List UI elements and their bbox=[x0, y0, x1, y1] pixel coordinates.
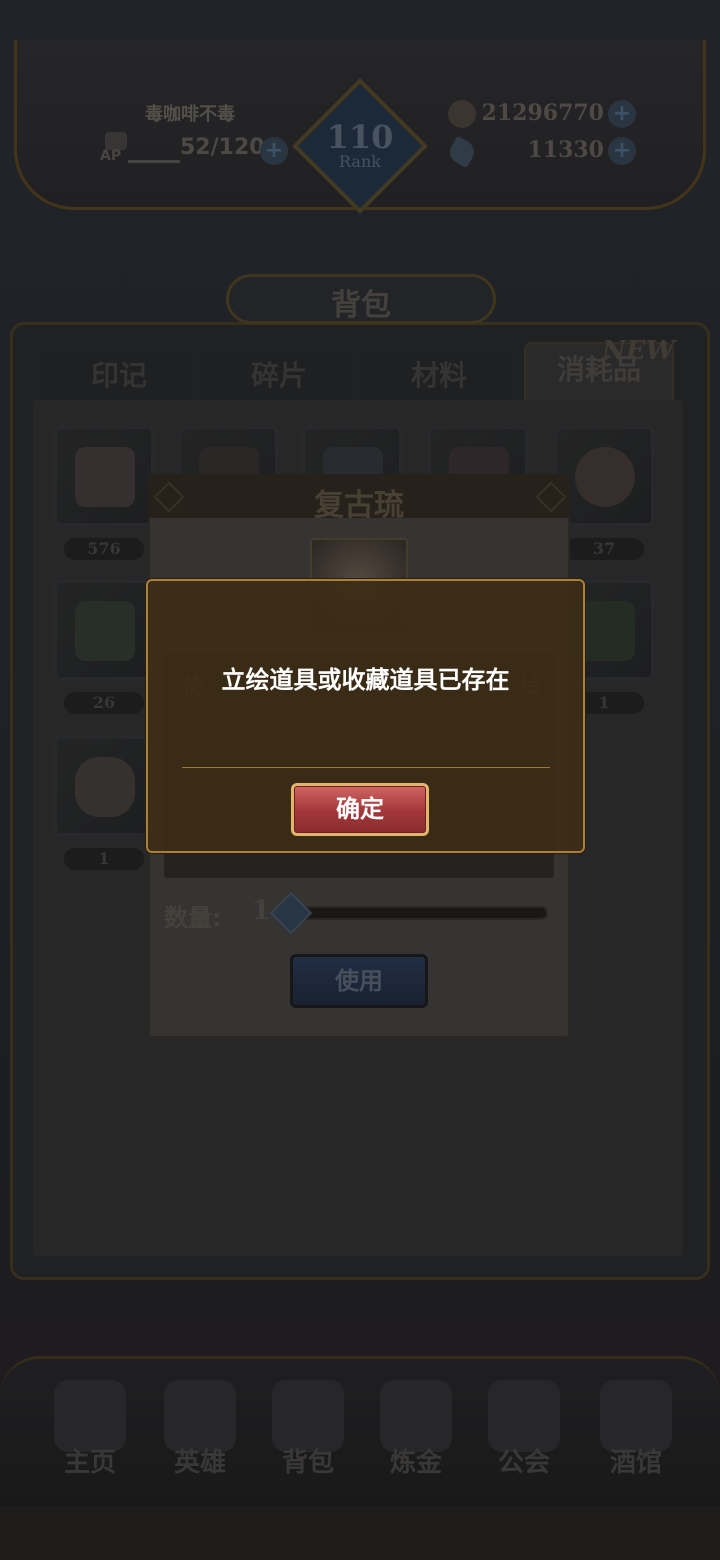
alert-message: 立绘道具或收藏道具已存在 bbox=[221, 666, 510, 694]
confirm-button[interactable]: 确定 bbox=[291, 783, 429, 836]
game-screen: 毒咖啡不毒 AP 52/120 + 110 Rank 21296770 + 11… bbox=[0, 0, 720, 1560]
alert-divider bbox=[182, 767, 550, 768]
